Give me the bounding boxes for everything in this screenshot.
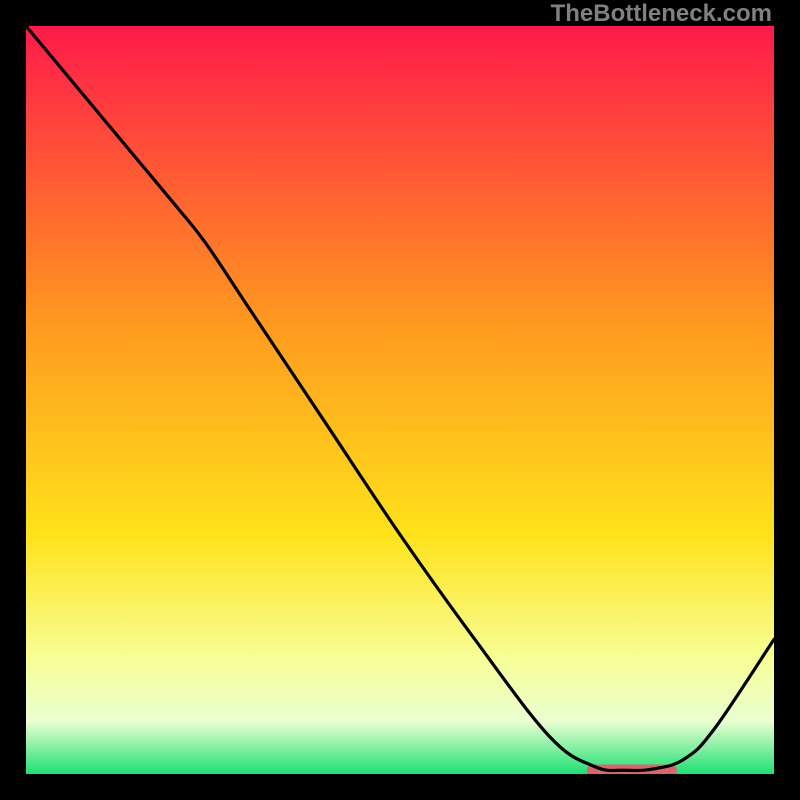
chart-frame: TheBottleneck.com <box>0 0 800 800</box>
gradient-background <box>26 26 774 774</box>
watermark-text: TheBottleneck.com <box>551 0 772 28</box>
chart-svg <box>26 26 774 774</box>
plot-area <box>26 26 774 774</box>
